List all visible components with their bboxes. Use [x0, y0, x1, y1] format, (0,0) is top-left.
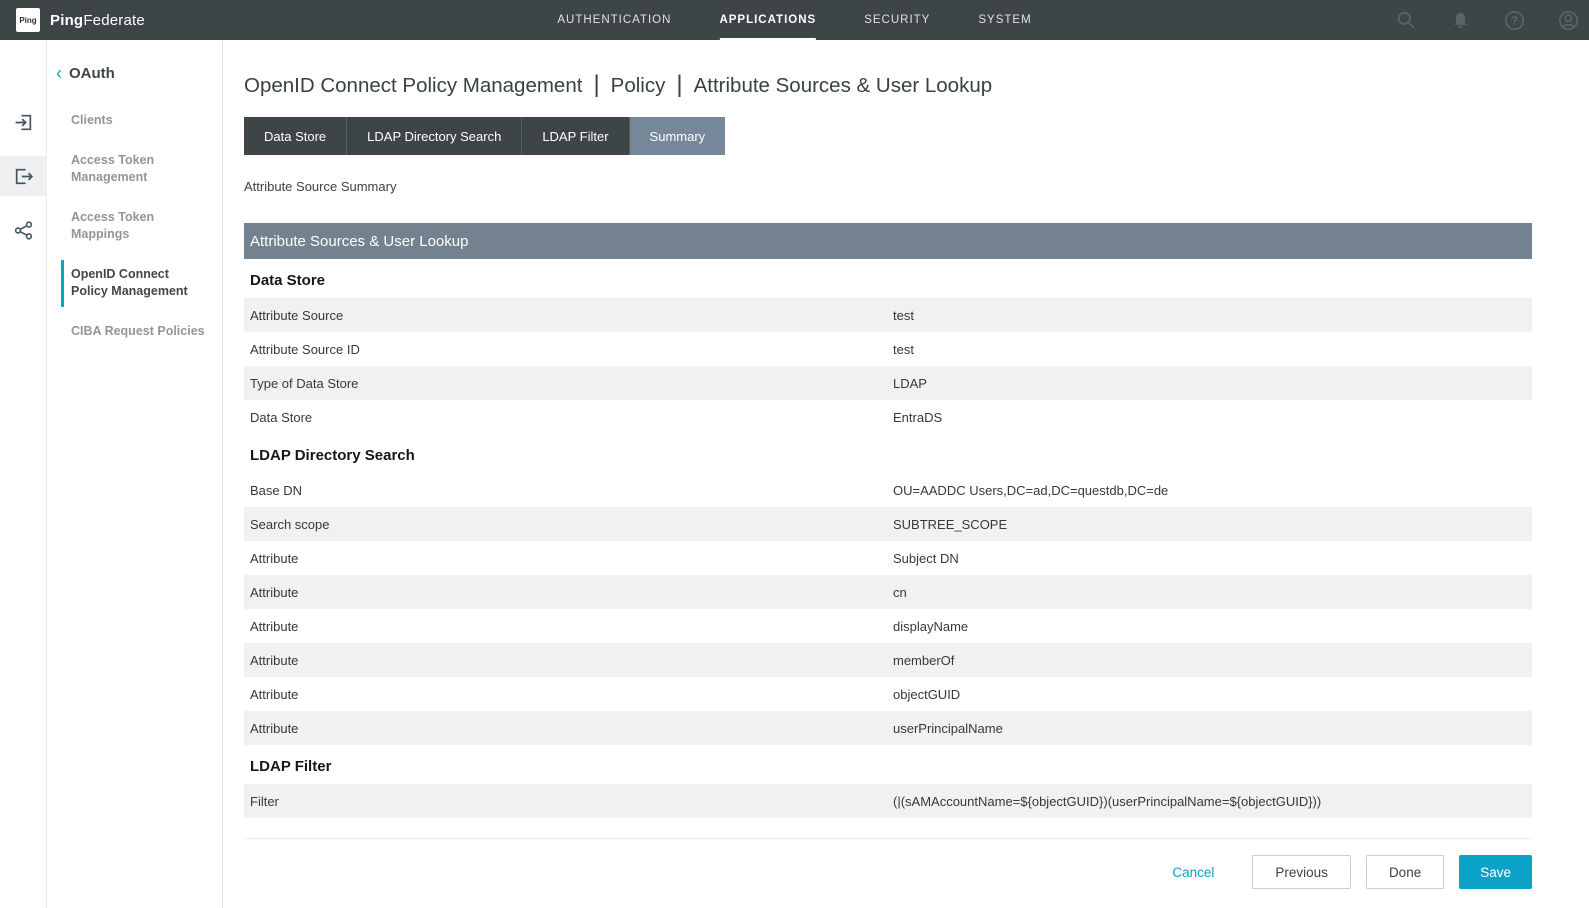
row-value: objectGUID [893, 687, 1532, 702]
row-label: Type of Data Store [250, 376, 893, 391]
tab-ldap-filter[interactable]: LDAP Filter [522, 117, 629, 155]
notifications-bell-icon[interactable] [1449, 9, 1471, 31]
brand-title-bold: Ping [50, 12, 83, 29]
sidebar-item-ciba-request-policies[interactable]: CIBA Request Policies [61, 317, 216, 347]
sidebar-icon-rail [0, 40, 47, 908]
chevron-left-icon: ‹ [56, 64, 62, 82]
rail-applications-box-icon[interactable] [0, 156, 47, 196]
row-label: Attribute [250, 551, 893, 566]
row-value: (|(sAMAccountName=${objectGUID})(userPri… [893, 794, 1532, 809]
table-row: Attribute Sourcetest [244, 298, 1532, 332]
panel-header: Attribute Sources & User Lookup [244, 223, 1532, 259]
row-label: Data Store [250, 410, 893, 425]
topbar-icons: ? [1395, 9, 1579, 31]
row-label: Attribute [250, 585, 893, 600]
breadcrumb-separator: | [593, 71, 599, 99]
sidebar-section-title: OAuth [69, 65, 115, 82]
nav-item-applications[interactable]: APPLICATIONS [719, 0, 816, 40]
table-row: Attribute Source IDtest [244, 332, 1532, 366]
row-value: OU=AADDC Users,DC=ad,DC=questdb,DC=de [893, 483, 1532, 498]
table-row: AttributememberOf [244, 643, 1532, 677]
brand-title-rest: Federate [83, 12, 145, 29]
nav-item-security[interactable]: SECURITY [864, 0, 930, 40]
row-value: EntraDS [893, 410, 1532, 425]
nav-item-authentication[interactable]: AUTHENTICATION [557, 0, 671, 40]
row-label: Attribute [250, 619, 893, 634]
row-value: Subject DN [893, 551, 1532, 566]
sidebar-menu-panel: ‹ OAuth Clients Access Token Management Ac… [47, 40, 222, 908]
rail-sign-on-box-icon[interactable] [0, 102, 47, 142]
svg-text:?: ? [1510, 15, 1517, 27]
breadcrumb-separator: | [676, 71, 682, 99]
summary-label: Attribute Source Summary [244, 179, 1532, 194]
tab-data-store[interactable]: Data Store [244, 117, 347, 155]
cancel-link[interactable]: Cancel [1172, 865, 1214, 880]
table-row: Attributecn [244, 575, 1532, 609]
row-value: test [893, 342, 1532, 357]
row-label: Attribute [250, 653, 893, 668]
table-row: Data StoreEntraDS [244, 400, 1532, 434]
table-row: AttributeobjectGUID [244, 677, 1532, 711]
sidebar-item-clients[interactable]: Clients [61, 106, 216, 136]
table-row: AttributeuserPrincipalName [244, 711, 1532, 745]
breadcrumb-item-openid-connect-policy-management: OpenID Connect Policy Management [244, 74, 582, 98]
row-value: displayName [893, 619, 1532, 634]
ping-logo: Ping [16, 8, 40, 32]
sidebar-back-oauth[interactable]: ‹ OAuth [47, 40, 222, 82]
row-value: SUBTREE_SCOPE [893, 517, 1532, 532]
topbar-nav: AUTHENTICATION APPLICATIONS SECURITY SYSTEM [557, 0, 1031, 40]
tab-summary[interactable]: Summary [630, 117, 726, 155]
rail-share-nodes-icon[interactable] [0, 210, 47, 250]
row-label: Filter [250, 794, 893, 809]
section-heading-data-store: Data Store [244, 259, 1532, 298]
breadcrumb-item-attribute-sources-user-lookup: Attribute Sources & User Lookup [694, 74, 993, 98]
table-row: Base DNOU=AADDC Users,DC=ad,DC=questdb,D… [244, 473, 1532, 507]
done-button[interactable]: Done [1366, 855, 1444, 889]
sidebar-item-access-token-mappings[interactable]: Access Token Mappings [61, 203, 216, 250]
table-row: AttributedisplayName [244, 609, 1532, 643]
row-value: userPrincipalName [893, 721, 1532, 736]
row-label: Attribute Source ID [250, 342, 893, 357]
previous-button[interactable]: Previous [1252, 855, 1351, 889]
row-value: test [893, 308, 1532, 323]
nav-item-system[interactable]: SYSTEM [978, 0, 1031, 40]
tab-bar: Data StoreLDAP Directory SearchLDAP Filt… [244, 117, 1532, 155]
table-row: Search scopeSUBTREE_SCOPE [244, 507, 1532, 541]
search-icon[interactable] [1395, 9, 1417, 31]
row-value: LDAP [893, 376, 1532, 391]
account-icon[interactable] [1557, 9, 1579, 31]
tab-ldap-directory-search[interactable]: LDAP Directory Search [347, 117, 522, 155]
row-value: cn [893, 585, 1532, 600]
row-value: memberOf [893, 653, 1532, 668]
summary-table: Data StoreAttribute SourcetestAttribute … [244, 259, 1532, 818]
help-icon[interactable]: ? [1503, 9, 1525, 31]
row-label: Search scope [250, 517, 893, 532]
breadcrumb-item-policy: Policy [611, 74, 666, 98]
sidebar: ‹ OAuth Clients Access Token Management Ac… [0, 40, 223, 908]
section-heading-ldap-filter: LDAP Filter [244, 745, 1532, 784]
row-label: Attribute Source [250, 308, 893, 323]
table-row: AttributeSubject DN [244, 541, 1532, 575]
breadcrumb: OpenID Connect Policy Management | Policy |… [244, 72, 1532, 100]
save-button[interactable]: Save [1459, 855, 1532, 889]
footer-actions: Cancel Previous Done Save [244, 838, 1532, 889]
sidebar-item-access-token-management[interactable]: Access Token Management [61, 146, 216, 193]
table-row: Type of Data StoreLDAP [244, 366, 1532, 400]
brand-title: PingFederate [50, 12, 145, 29]
brand: Ping PingFederate [0, 8, 145, 32]
section-heading-ldap-directory-search: LDAP Directory Search [244, 434, 1532, 473]
table-row: Filter(|(sAMAccountName=${objectGUID})(u… [244, 784, 1532, 818]
main-content: OpenID Connect Policy Management | Policy |… [224, 40, 1589, 908]
topbar: Ping PingFederate AUTHENTICATIONAPPLICAT… [0, 0, 1589, 40]
sidebar-menu: Clients Access Token Management Access Tok… [47, 106, 222, 346]
row-label: Attribute [250, 687, 893, 702]
row-label: Base DN [250, 483, 893, 498]
row-label: Attribute [250, 721, 893, 736]
sidebar-item-openid-connect-policy-management[interactable]: OpenID Connect Policy Management [61, 260, 216, 307]
